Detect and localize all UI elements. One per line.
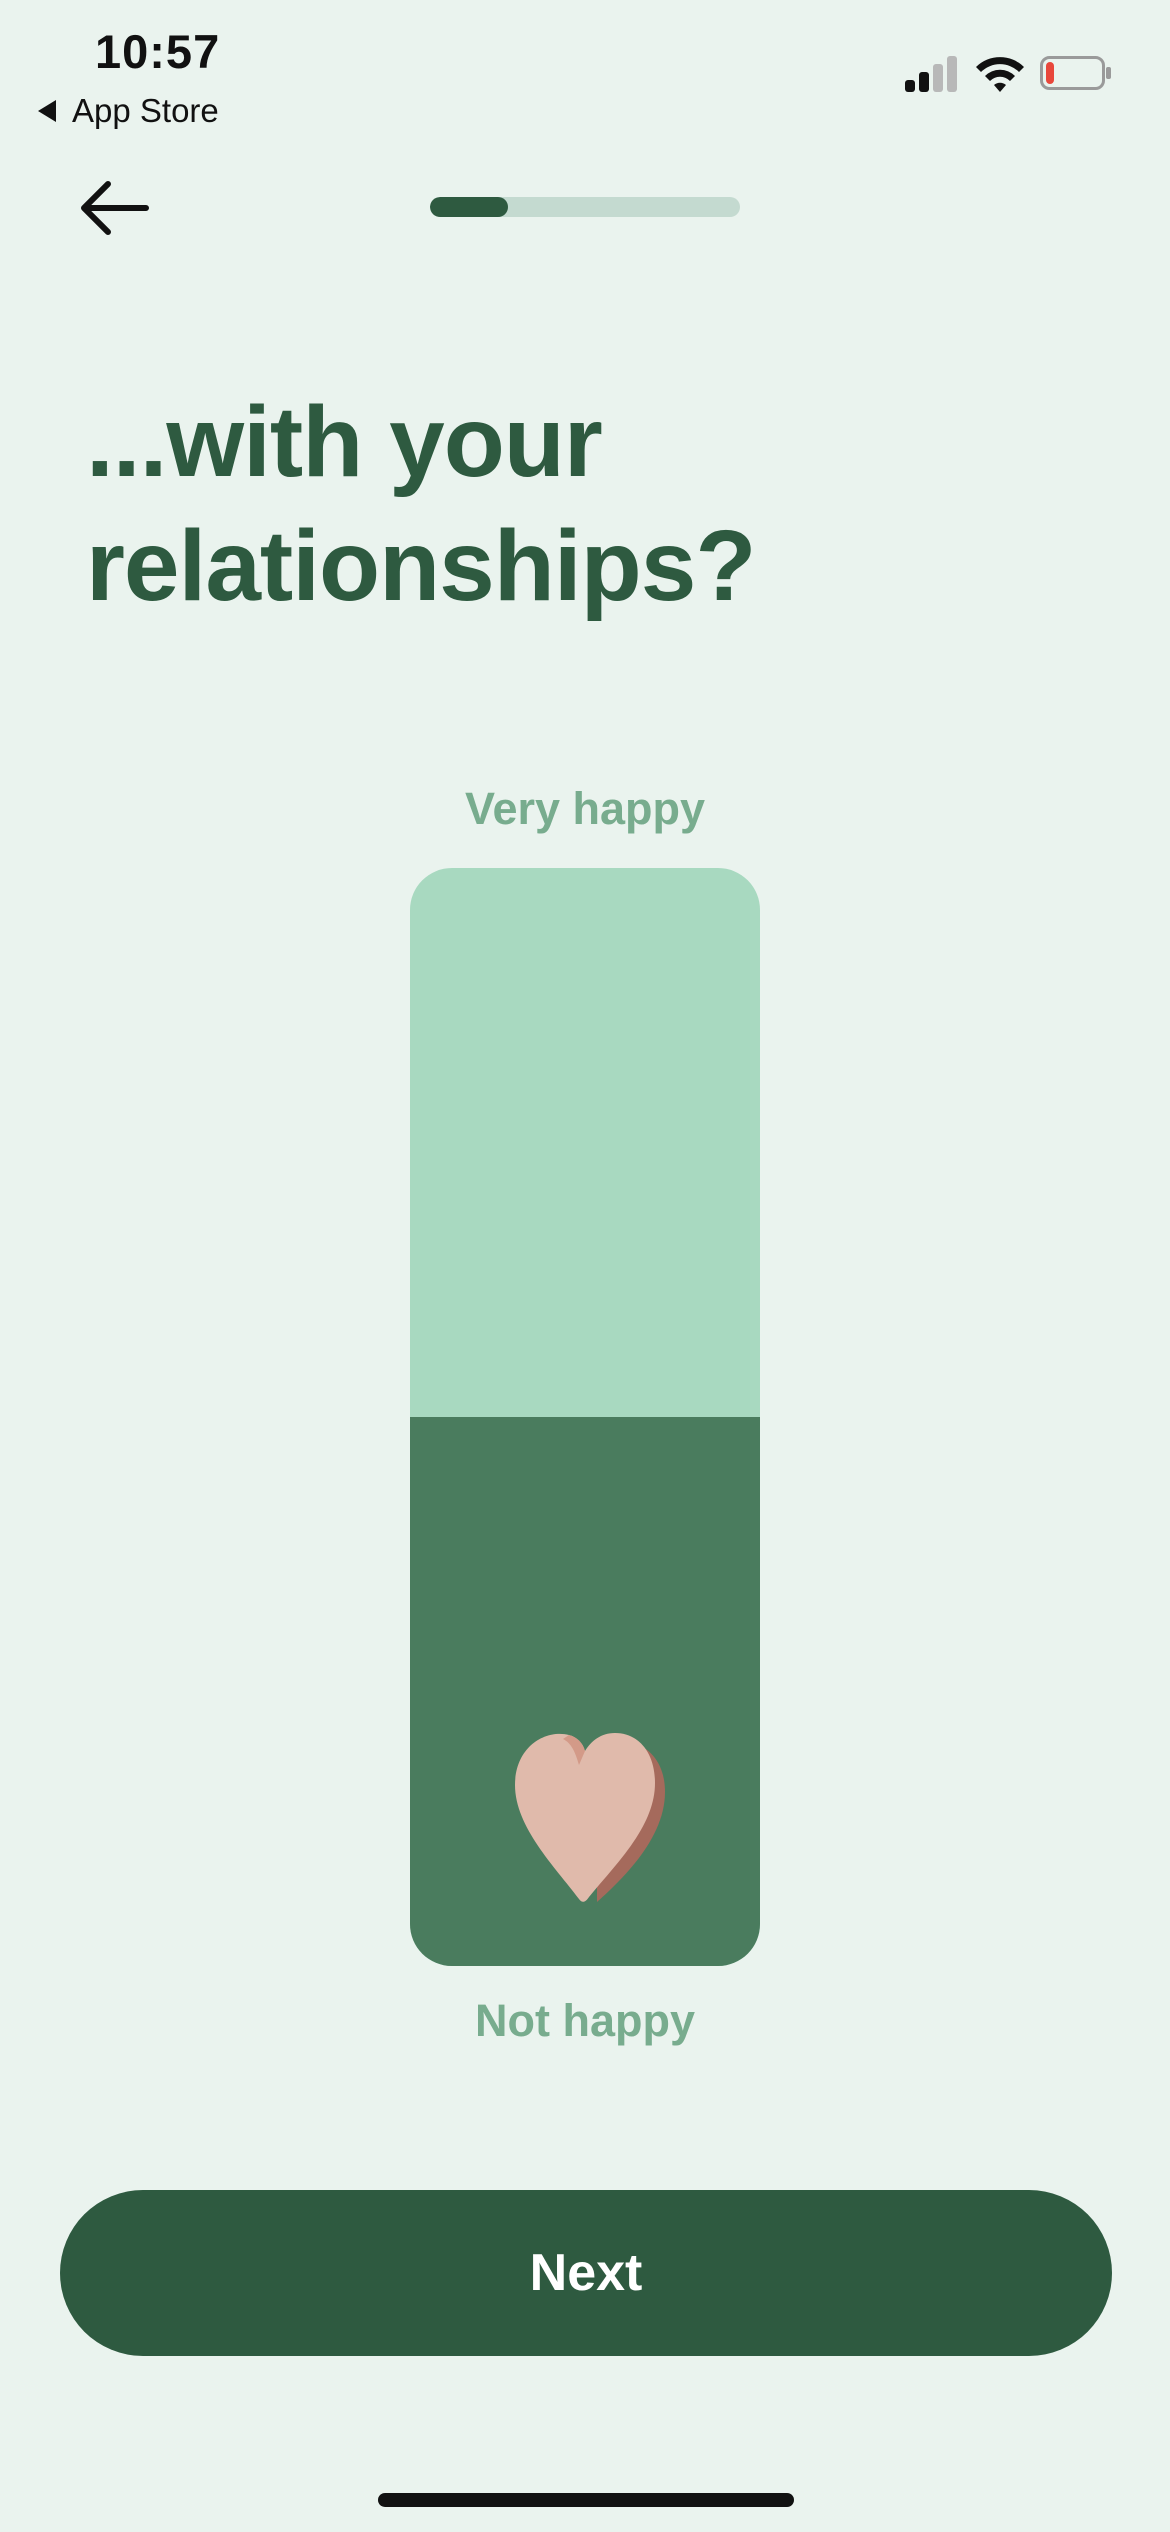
scale-top-label: Very happy [464, 783, 706, 834]
signal-bar [919, 72, 929, 92]
title-line-1: ...with your [86, 386, 603, 498]
happiness-slider[interactable] [410, 868, 760, 1966]
cellular-signal-icon [905, 56, 959, 92]
next-button[interactable]: Next [60, 2190, 1112, 2356]
status-time: 10:57 [95, 25, 221, 78]
back-triangle-icon [38, 100, 56, 122]
battery-icon [1040, 56, 1111, 90]
scale-bottom-label: Not happy [475, 1995, 695, 2046]
wifi-icon [976, 57, 1024, 92]
signal-bar [933, 64, 943, 92]
back-button[interactable] [78, 178, 150, 238]
back-to-app-store-link[interactable]: App Store [38, 92, 219, 130]
arrow-left-icon [81, 181, 149, 235]
back-app-label: App Store [72, 92, 219, 129]
onboarding-progress-bar [430, 197, 740, 217]
home-indicator [378, 2493, 794, 2507]
signal-bar [947, 56, 957, 92]
heart-icon[interactable] [505, 1717, 675, 1907]
question-title: ...with your relationships? [86, 380, 1086, 628]
signal-bar [905, 80, 915, 92]
title-line-2: relationships? [86, 510, 756, 622]
status-bar: 10:57 App Store [0, 0, 1170, 150]
progress-fill [430, 197, 508, 217]
